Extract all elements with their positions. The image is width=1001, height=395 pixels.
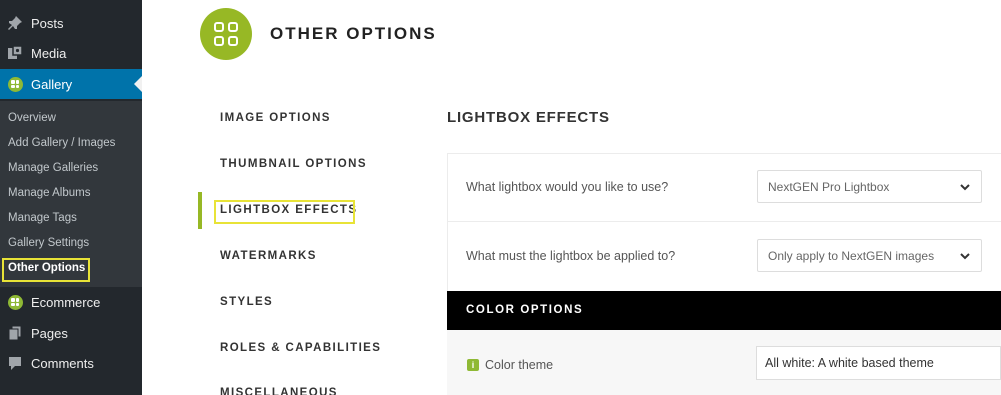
lightbox-question-label: What lightbox would you like to use? [466, 180, 669, 194]
nextgen-ecommerce-icon [7, 294, 23, 310]
comments-icon [7, 355, 23, 371]
active-tab-indicator [198, 192, 202, 229]
sidebar-item-label: Posts [31, 15, 64, 31]
sidebar-item-label: Comments [31, 355, 94, 371]
apply-to-select-value: Only apply to NextGEN images [768, 248, 935, 263]
sidebar-item-ecommerce[interactable]: Ecommerce [0, 287, 142, 317]
tab-thumbnail-options[interactable]: THUMBNAIL OPTIONS [220, 158, 367, 170]
apply-question-label: What must the lightbox be applied to? [466, 249, 676, 263]
lightbox-select[interactable]: NextGEN Pro Lightbox [757, 170, 982, 203]
tab-watermarks[interactable]: WATERMARKS [220, 250, 317, 262]
submenu-item-overview[interactable]: Overview [8, 112, 56, 124]
tab-miscellaneous[interactable]: MISCELLANEOUS [220, 387, 338, 395]
apply-to-select[interactable]: Only apply to NextGEN images [757, 239, 982, 272]
gallery-submenu: Overview Add Gallery / Images Manage Gal… [0, 101, 142, 287]
section-title: LIGHTBOX EFFECTS [447, 109, 610, 126]
sidebar-item-pages[interactable]: Pages [0, 318, 142, 348]
chevron-down-icon [960, 253, 970, 260]
sidebar-item-comments[interactable]: Comments [0, 348, 142, 378]
highlight-box [214, 200, 355, 224]
lightbox-select-value: NextGEN Pro Lightbox [768, 179, 890, 194]
submenu-item-add-gallery[interactable]: Add Gallery / Images [8, 137, 115, 149]
nextgen-gallery-icon [7, 76, 23, 92]
color-options-heading: COLOR OPTIONS [466, 304, 584, 316]
sidebar-item-media[interactable]: Media [0, 38, 142, 68]
color-options-header: COLOR OPTIONS [447, 291, 1001, 330]
admin-sidebar: Posts Media Gallery Overview Add Gallery… [0, 0, 142, 395]
page-title: OTHER OPTIONS [270, 24, 437, 43]
tab-styles[interactable]: STYLES [220, 296, 273, 308]
sidebar-item-label: Ecommerce [31, 294, 101, 310]
pages-icon [7, 325, 23, 341]
sidebar-item-posts[interactable]: Posts [0, 8, 142, 38]
color-theme-input[interactable] [756, 346, 1001, 380]
highlight-box [2, 258, 90, 282]
submenu-item-manage-galleries[interactable]: Manage Galleries [8, 162, 98, 174]
submenu-item-manage-tags[interactable]: Manage Tags [8, 212, 77, 224]
sidebar-item-label: Media [31, 45, 67, 61]
chevron-down-icon [960, 184, 970, 191]
nextgen-logo-icon [200, 8, 252, 60]
sidebar-item-label: Pages [31, 325, 68, 341]
sidebar-item-label: Gallery [31, 76, 73, 92]
sidebar-item-gallery[interactable]: Gallery [0, 69, 142, 99]
color-theme-label: Color theme [485, 358, 554, 372]
info-icon[interactable]: i [467, 359, 479, 371]
media-icon [7, 45, 23, 61]
submenu-item-manage-albums[interactable]: Manage Albums [8, 187, 90, 199]
pin-icon [7, 15, 23, 31]
tab-image-options[interactable]: IMAGE OPTIONS [220, 112, 331, 124]
submenu-item-gallery-settings[interactable]: Gallery Settings [8, 237, 89, 249]
tab-roles-capabilities[interactable]: ROLES & CAPABILITIES [220, 342, 381, 354]
